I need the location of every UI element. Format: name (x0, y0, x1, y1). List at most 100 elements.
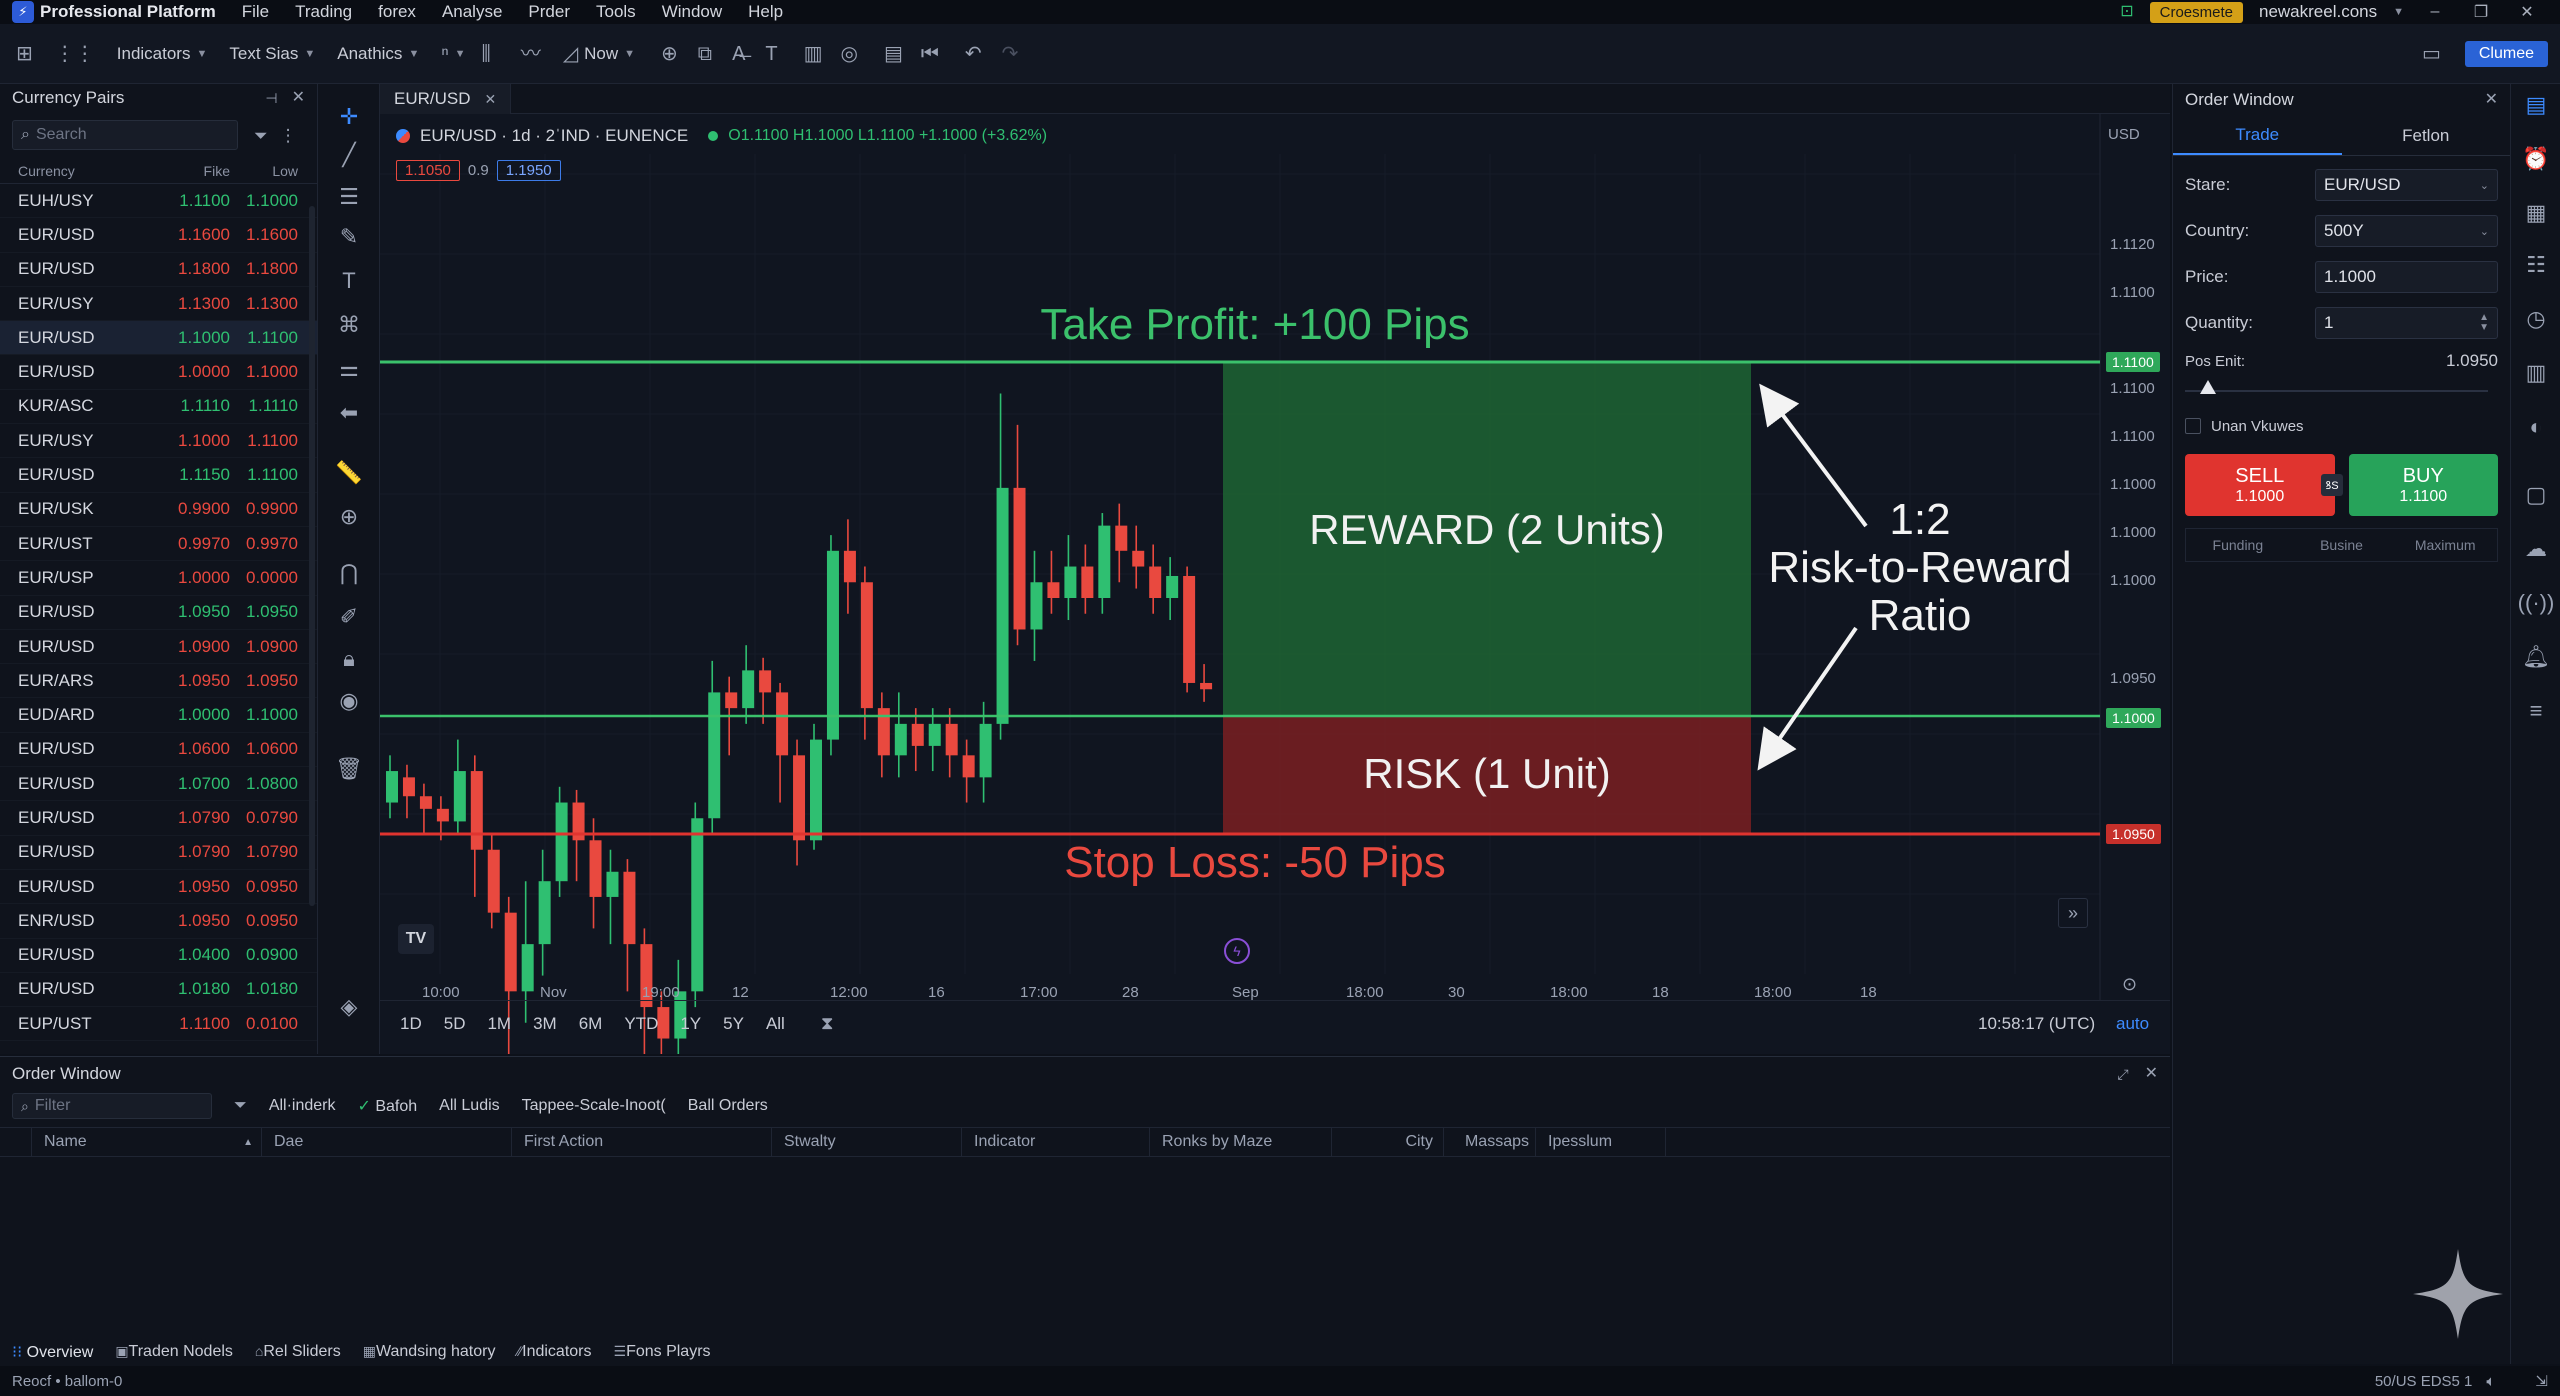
period-1d[interactable]: 1D (400, 1014, 422, 1034)
line-chart-icon[interactable]: 〰 (521, 44, 541, 64)
apps-grid-icon[interactable]: ⊞ (16, 44, 33, 64)
col-first-action[interactable]: First Action (512, 1128, 772, 1156)
magnet-icon[interactable]: ⋂ (318, 560, 380, 586)
pair-row[interactable]: EUR/USD 1.0900 1.0900 (0, 630, 317, 665)
tab-trade[interactable]: Trade (2173, 116, 2342, 155)
pair-row[interactable]: EUR/UST 0.9970 0.9970 (0, 527, 317, 562)
col-indicator[interactable]: Indicator (962, 1128, 1150, 1156)
alert-icon[interactable]: ◎ (841, 44, 858, 64)
pair-row[interactable]: EUR/USD 1.0790 0.0790 (0, 801, 317, 836)
buy-button[interactable]: BUY 1.1100 (2348, 454, 2498, 516)
zoom-in-icon[interactable]: ⊕ (661, 44, 678, 64)
search-input[interactable]: ⌕ Search (12, 120, 238, 150)
filter-all-ludis[interactable]: All Ludis (439, 1097, 499, 1115)
col-ipesslum[interactable]: Ipesslum (1536, 1128, 1666, 1156)
filter-bafoh[interactable]: ✓ Bafoh (358, 1096, 418, 1116)
trash-icon[interactable]: 🗑︎ (318, 756, 380, 782)
filter-input[interactable]: ⌕ Filter (12, 1093, 212, 1119)
pencil-lock-icon[interactable]: ✐ (318, 604, 380, 630)
pair-row[interactable]: EUR/USD 1.1150 1.1100 (0, 458, 317, 493)
scrollbar[interactable] (309, 206, 315, 906)
menu-trading[interactable]: Trading (295, 2, 352, 22)
menu-file[interactable]: File (242, 2, 269, 22)
col-city[interactable]: City (1332, 1128, 1444, 1156)
col-price[interactable]: Fike (150, 163, 230, 179)
tab-wandsing-hatory[interactable]: ▦ Wandsing hatory (363, 1343, 496, 1361)
menu-forex[interactable]: forex (378, 2, 416, 22)
pair-row[interactable]: EUR/USD 1.0790 1.0790 (0, 836, 317, 870)
slider-thumb[interactable] (2199, 380, 2216, 394)
pair-row[interactable]: EUR/USD 1.0700 1.0800 (0, 767, 317, 802)
price-input[interactable]: 1.1000 (2315, 261, 2498, 293)
pair-row[interactable]: EUR/USD 1.0000 1.1000 (0, 355, 317, 390)
alarm-icon[interactable]: ⏰ (2511, 146, 2560, 172)
close-icon[interactable]: ✕ (485, 92, 497, 106)
menu-tools[interactable]: Tools (596, 2, 636, 22)
filter-icon[interactable]: ⏷ (234, 1098, 247, 1114)
timer-icon[interactable]: ◷ (2511, 306, 2560, 332)
sync-icon[interactable]: ⊡ (2120, 4, 2133, 20)
layout-grid-icon[interactable]: ⋮⋮ (55, 44, 95, 64)
chat-icon[interactable]: ▢ (2511, 482, 2560, 508)
font-icon[interactable]: A̶ (732, 44, 745, 64)
col-stwalty[interactable]: Stwalty (772, 1128, 962, 1156)
period-3m[interactable]: 3M (533, 1014, 557, 1034)
period-all[interactable]: All (766, 1014, 785, 1034)
cloud-icon[interactable]: ☁ (2511, 536, 2560, 562)
pair-row[interactable]: EUR/USY 1.1000 1.1100 (0, 424, 317, 459)
crosshair-icon[interactable]: ✛ (318, 104, 380, 130)
pair-row[interactable]: EUR/USD 1.0600 1.0600 (0, 733, 317, 768)
pair-row[interactable]: ENR/USD 1.0950 0.0950 (0, 904, 317, 939)
pair-row[interactable]: EUR/USD 1.1600 1.1600 (0, 218, 317, 253)
candles-icon[interactable]: ⫼ (482, 44, 491, 64)
col-currency[interactable]: Currency (0, 163, 150, 179)
analytics-dropdown[interactable]: Anathics ▼ (337, 44, 419, 64)
period-5y[interactable]: 5Y (723, 1014, 744, 1034)
expand-corner-icon[interactable]: ⇲ (2535, 1374, 2548, 1389)
col-name[interactable]: Name ▲ (32, 1128, 262, 1156)
scroll-right-icon[interactable]: » (2058, 898, 2088, 928)
col-massaps[interactable]: Massaps (1444, 1128, 1536, 1156)
tab-indicators[interactable]: ∕∕ Indicators (517, 1343, 591, 1361)
pair-row[interactable]: EUR/USD 1.1800 1.1800 (0, 253, 317, 287)
bell-icon[interactable]: 🔔︎ (2511, 644, 2560, 670)
menu-order[interactable]: Prder (528, 2, 570, 22)
primary-action-button[interactable]: Clumee (2464, 40, 2548, 67)
arrow-left-icon[interactable]: ⬅ (318, 400, 380, 426)
stepper-arrows-icon[interactable]: ▲ ▼ (2479, 313, 2489, 333)
notes-icon[interactable]: ▥ (2511, 360, 2560, 386)
measure-lines-icon[interactable]: ⚌ (318, 356, 380, 382)
pair-row[interactable]: EUP/UST 1.1100 0.0100 (0, 1007, 317, 1042)
col-low[interactable]: Low (230, 163, 298, 179)
eye-icon[interactable]: ◉ (318, 688, 380, 714)
stare-select[interactable]: EUR/USD ⌄ (2315, 169, 2498, 201)
auto-scale-toggle[interactable]: auto (2116, 1014, 2149, 1034)
period-ytd[interactable]: YTD (624, 1014, 658, 1034)
calculator-icon[interactable]: ▦ (2511, 200, 2560, 226)
tab-other[interactable]: Fetlon (2342, 116, 2511, 155)
col-date[interactable]: Dae (262, 1128, 512, 1156)
account-name[interactable]: newakreel.cons (2259, 2, 2377, 22)
idea-icon[interactable]: ◐ (2511, 414, 2560, 440)
text-icon[interactable]: T (765, 44, 777, 64)
close-icon[interactable]: ✕ (292, 90, 305, 106)
interval-dropdown[interactable]: ⁿ ▼ (441, 44, 465, 64)
chart-tab-eurusd[interactable]: EUR/USD ✕ (380, 84, 512, 114)
trendline-icon[interactable]: ╱ (318, 142, 380, 168)
layers-icon[interactable]: ◈ (318, 994, 380, 1020)
menu-lines-icon[interactable]: ≡ (2511, 698, 2560, 724)
volume-icon[interactable]: 🔈︎ (2486, 1374, 2495, 1389)
text-tool-icon[interactable]: T (318, 268, 380, 294)
checkbox[interactable] (2185, 418, 2201, 434)
pair-row[interactable]: EUD/ARD 1.0000 1.1000 (0, 698, 317, 733)
indicator-chart-icon[interactable]: ▤ (884, 44, 903, 64)
period-1m[interactable]: 1M (487, 1014, 511, 1034)
pos-slider[interactable] (2185, 376, 2498, 406)
close-icon[interactable]: ✕ (2485, 92, 2498, 108)
pair-row[interactable]: EUH/USY 1.1100 1.1000 (0, 184, 317, 219)
window-icon[interactable]: ▭ (2422, 44, 2441, 64)
undo-icon[interactable]: ↶ (965, 44, 982, 64)
pair-row[interactable]: EUR/USD 1.1000 1.1100 (0, 321, 317, 356)
tab-rel-sliders[interactable]: ⌂ Rel Sliders (255, 1343, 341, 1361)
symbol-line[interactable]: EUR/USD · 1d · 2ˈIND · EUNENCE (420, 126, 688, 146)
